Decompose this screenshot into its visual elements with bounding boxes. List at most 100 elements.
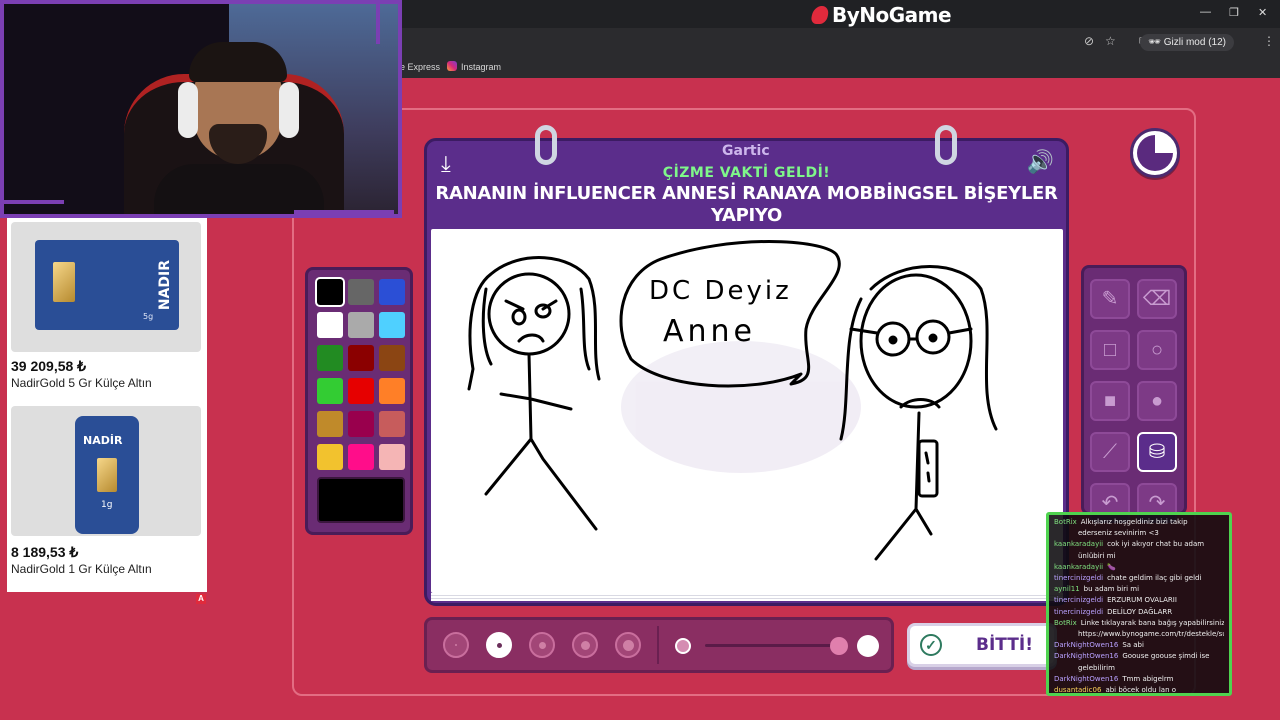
doodle-sad-rana (839, 265, 998, 561)
divider (657, 626, 659, 664)
color-swatch[interactable] (348, 279, 374, 305)
color-swatch[interactable] (379, 378, 405, 404)
bookmarks-bar: e Express Instagram (400, 56, 1280, 78)
circle-fill-icon[interactable]: ● (1137, 381, 1177, 421)
chat-username[interactable]: DarkNightOwen16 (1054, 641, 1118, 649)
drawing-svg: PHONE DC Deyiz Anne (467, 240, 998, 561)
brush-size-option[interactable] (529, 632, 555, 658)
chat-text: cok iyi akıyor chat bu adam (1107, 540, 1205, 549)
chat-text: chate geldim ilaç gibi geldi (1107, 574, 1202, 583)
chat-username[interactable]: kaankaradayii (1054, 563, 1103, 571)
line-icon[interactable]: ⟋ (1090, 432, 1130, 472)
circle-outline-icon[interactable]: ○ (1137, 330, 1177, 370)
bynogame-logo-icon (810, 6, 830, 24)
opacity-slider-thumb[interactable] (830, 637, 848, 655)
ad-product-name[interactable]: NadirGold 1 Gr Külçe Altın (11, 562, 152, 576)
chat-message: ederseniz sevinirim <3 (1054, 528, 1224, 539)
chat-username[interactable]: aynil11 (1054, 585, 1080, 593)
chat-message: tinercinizgeldi chate geldim ilaç gibi ge… (1054, 573, 1224, 584)
color-swatch[interactable] (348, 378, 374, 404)
rectangle-fill-icon[interactable]: ■ (1090, 381, 1130, 421)
chat-text: Alkışlarız hoşgeldiniz bizi takip (1080, 518, 1188, 526)
drawing-card: Gartic ⤓ 🔊 ÇİZME VAKTİ GELDİ! RANANIN İN… (424, 125, 1069, 606)
brush-size-option[interactable] (572, 632, 598, 658)
color-swatch[interactable] (379, 411, 405, 437)
chat-username[interactable]: BotRix (1054, 619, 1077, 627)
fill-bucket-icon[interactable]: ⛁ (1137, 432, 1177, 472)
gold-bar (97, 458, 117, 492)
card-brand: NADIR (157, 260, 173, 311)
chat-username[interactable]: DarkNightOwen16 (1054, 652, 1118, 660)
chat-message: DarkNightOwen16 Sa abi (1054, 640, 1224, 651)
brush-size-option[interactable] (615, 632, 641, 658)
ad-choices-badge[interactable]: A (196, 594, 206, 604)
eraser-icon[interactable]: ⌫ (1137, 279, 1177, 319)
color-swatch[interactable] (379, 345, 405, 371)
menu-icon[interactable]: ⋮ (1263, 34, 1275, 48)
chat-username[interactable]: kaankaradayii (1054, 540, 1103, 548)
prompt-text: RANANIN İNFLUENCER ANNESİ RANAYA MOBBİNG… (435, 183, 1058, 226)
bookmark-express[interactable]: e Express (400, 62, 440, 72)
pencil-icon[interactable]: ✎ (1090, 279, 1130, 319)
color-swatch[interactable] (317, 312, 343, 338)
frame-decoration (376, 4, 380, 44)
chat-username[interactable]: tinercinizgeldi (1054, 574, 1103, 582)
maximize-icon[interactable]: ❐ (1229, 6, 1239, 19)
brush-size-dot (455, 644, 457, 646)
brush-size-option[interactable] (443, 632, 469, 658)
chat-text: ederseniz sevinirim <3 (1078, 529, 1159, 538)
opacity-max-indicator (857, 635, 879, 657)
bookmark-instagram[interactable]: Instagram (461, 62, 501, 72)
color-swatch[interactable] (317, 345, 343, 371)
color-swatch[interactable] (379, 312, 405, 338)
ad-column: NADIR 5g 39 209,58 ₺ NadirGold 5 Gr Külç… (7, 218, 207, 592)
webcam-overlay (0, 0, 402, 218)
gold-bar (53, 262, 75, 302)
star-icon[interactable]: ☆ (1105, 34, 1116, 48)
drawing-canvas[interactable]: PHONE DC Deyiz Anne (431, 229, 1063, 593)
chat-username[interactable]: dusantadic06 (1054, 686, 1101, 693)
color-swatch[interactable] (317, 411, 343, 437)
chat-text: DELİLOY DAĞLARR (1107, 607, 1173, 616)
chat-text: https://www.bynogame.com/tr/destekle/suh… (1078, 630, 1224, 639)
brush-size-option[interactable] (486, 632, 512, 658)
color-swatch[interactable] (348, 312, 374, 338)
brush-size-dot (580, 640, 590, 650)
brush-size-dot (496, 642, 502, 648)
chat-username[interactable]: DarkNightOwen16 (1054, 675, 1118, 683)
chat-username[interactable]: BotRix (1054, 518, 1077, 526)
incognito-badge[interactable]: 🕶 Gizli mod (12) (1140, 34, 1234, 51)
chat-username[interactable]: tinercinizgeldi (1054, 608, 1103, 616)
chat-message: kaankaradayii cok iyi akıyor chat bu adam (1054, 539, 1224, 550)
close-icon[interactable]: ✕ (1258, 6, 1267, 19)
eye-off-icon[interactable]: ⊘ (1084, 34, 1094, 48)
done-button[interactable]: ✓ BİTTİ! (907, 623, 1057, 667)
rectangle-outline-icon[interactable]: □ (1090, 330, 1130, 370)
check-icon: ✓ (920, 634, 942, 656)
timer-fill (1137, 135, 1173, 171)
chat-username[interactable]: tinercinizgeldi (1054, 596, 1103, 604)
color-swatch[interactable] (317, 279, 343, 305)
gold-card: NADIR 5g (35, 240, 179, 330)
opacity-slider-track[interactable] (705, 644, 835, 647)
color-swatch[interactable] (379, 279, 405, 305)
gartic-logo: Gartic (722, 143, 770, 159)
opacity-min-handle[interactable] (675, 638, 691, 654)
chat-message: dusantadic06 abi böcek oldu lan o (1054, 685, 1224, 693)
minimize-icon[interactable]: — (1200, 6, 1211, 18)
color-swatch[interactable] (348, 345, 374, 371)
done-label: BİTTİ! (976, 635, 1033, 655)
ad-product-name[interactable]: NadirGold 5 Gr Külçe Altın (11, 376, 152, 390)
chat-message: DarkNightOwen16 Tmm abigelrm (1054, 674, 1224, 685)
color-swatch[interactable] (379, 444, 405, 470)
chat-message: DarkNightOwen16 Goouse goouse şimdi ise (1054, 651, 1224, 662)
color-swatch[interactable] (348, 411, 374, 437)
chat-text: ERZURUM OVALARII (1107, 596, 1177, 605)
ad-image-1g[interactable]: NADİR 1g (11, 406, 201, 536)
prompt-header: ÇİZME VAKTİ GELDİ! (662, 165, 831, 181)
ad-image-5g[interactable]: NADIR 5g (11, 222, 201, 352)
color-swatch[interactable] (317, 378, 343, 404)
color-swatch[interactable] (317, 444, 343, 470)
color-swatch[interactable] (348, 444, 374, 470)
site-brand[interactable]: ByNoGame (810, 3, 952, 27)
